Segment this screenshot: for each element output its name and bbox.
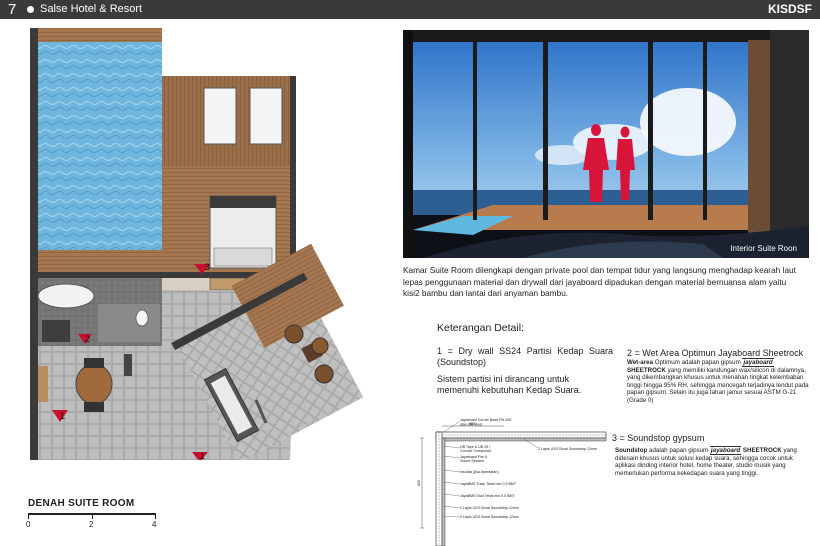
detail-label: Sound Sealant <box>460 459 484 463</box>
wall-left <box>30 28 38 460</box>
scale-label: 4 <box>152 520 157 529</box>
item-3-part: SHEETROCK <box>741 447 782 454</box>
terrace-chair <box>314 364 334 384</box>
brand-label: KISDSF <box>767 2 812 16</box>
item-2-title: 2 = Wet Area Optimun Jayaboard Sheetrock <box>627 348 804 358</box>
vanity-area <box>98 304 160 342</box>
wall-right <box>290 76 296 272</box>
header-bar: 7 Salse Hotel & Resort KISDSF <box>0 0 820 19</box>
dim-height: 600 <box>417 480 421 486</box>
detail-label: JayaBMS Track Tebal min 0.5 BMT <box>460 482 517 486</box>
window-right <box>249 87 283 145</box>
detail-label: JayaBMS Stud Tebal min 0.5 BMT <box>460 494 515 498</box>
item-3-title: 3 = Soundstop gypsum <box>612 433 705 443</box>
detail-label: 2 Lapis USG Boral Soundstop 12mm <box>460 506 519 510</box>
terrace-chair <box>284 324 304 344</box>
photo-caption: Interior Suite Roon <box>730 244 797 253</box>
window-left <box>203 87 237 145</box>
room-description: Kamar Suite Room dilengkapi dengan priva… <box>403 265 796 298</box>
svg-text:1: 1 <box>200 451 205 460</box>
terrace-table <box>311 337 329 355</box>
detail-label: Insulasi (jika diperlukan) <box>460 470 499 474</box>
item-2-part: SHEETROCK <box>627 366 666 374</box>
interior-photo: Interior Suite Roon <box>403 30 809 258</box>
item-3-text: Soundstop adalah papan gipsum jayaboard … <box>615 446 805 477</box>
plan-title: DENAH SUITE ROOM <box>28 498 135 509</box>
dining-table <box>75 363 113 405</box>
item-2-text: Wet-area Optimum adalah papan gipsum jay… <box>627 358 809 404</box>
scale-label: 0 <box>26 520 31 529</box>
svg-text:3: 3 <box>205 262 210 272</box>
svg-text:1: 1 <box>60 411 65 421</box>
scale-label: 2 <box>89 520 94 529</box>
bed-blanket <box>213 247 273 267</box>
item-2-part: Optimum adalah papan gipsum <box>653 359 743 366</box>
item-3-lead: Soundstop <box>615 447 648 454</box>
bathtub <box>37 283 95 309</box>
item-2-lead: Wet-area <box>627 359 654 366</box>
project-title: Salse Hotel & Resort <box>40 3 143 15</box>
shower-area <box>42 320 70 342</box>
page-number: 7 <box>8 1 17 18</box>
chair <box>84 402 104 412</box>
private-pool <box>38 42 162 250</box>
svg-text:2: 2 <box>85 334 90 344</box>
chair <box>84 358 104 368</box>
floor-plan: 3 2 1 1 <box>30 28 364 460</box>
detail-label: 2 Lapis USG Boral Soundstop 12mm <box>538 447 597 451</box>
detail-label: 2 Lapis USG Boral Soundstop 12mm <box>460 515 519 519</box>
tv-unit <box>124 354 132 376</box>
detail-label: Jayaboard Corner Bead PN-300 <box>460 418 511 422</box>
detail-heading: Keterangan Detail: <box>437 322 524 334</box>
bed-headboard <box>210 196 276 208</box>
bullet-icon <box>27 6 34 13</box>
item-1-text: Sistem partisi ini dirancang untuk memen… <box>437 374 582 395</box>
detail-label: atau UB Steel <box>460 423 482 427</box>
detail-label: Cornice Compound <box>460 449 491 453</box>
wall-section-detail: 600 600 Jayaboard Corner Bead PN-300 ata… <box>417 418 607 546</box>
sideboard <box>38 366 48 402</box>
item-1-title: 1 = Dry wall SS24 Partisi Kedap Suara (S… <box>437 346 613 367</box>
item-3-part: adalah papan gipsum <box>647 447 710 454</box>
toilet <box>135 309 149 327</box>
